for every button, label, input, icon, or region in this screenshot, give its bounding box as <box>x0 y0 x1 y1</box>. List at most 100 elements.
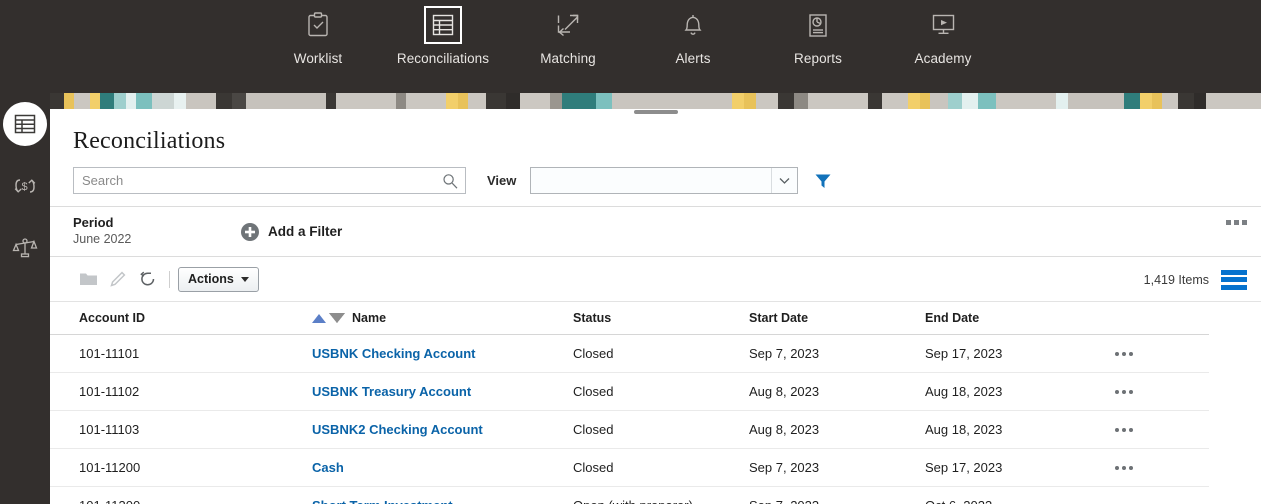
plus-circle-icon <box>240 222 260 242</box>
row-overflow-menu[interactable] <box>1115 465 1209 470</box>
table-row[interactable]: 101-11102 USBNK Treasury Account Closed … <box>50 372 1209 411</box>
nav-label-matching: Matching <box>540 51 596 66</box>
edit-pencil-icon[interactable] <box>103 266 133 292</box>
table-list-icon <box>424 6 462 44</box>
reconciliation-link[interactable]: USBNK2 Checking Account <box>312 422 483 437</box>
column-header-start-date[interactable]: Start Date <box>749 302 925 335</box>
nav-item-reconciliations[interactable]: Reconciliations <box>381 2 506 66</box>
item-count-label: 1,419 Items <box>1143 272 1209 287</box>
refresh-icon[interactable] <box>133 266 163 292</box>
cell-start-date: Aug 8, 2023 <box>749 410 925 449</box>
cell-start-date: Sep 7, 2023 <box>749 334 925 373</box>
nav-label-alerts: Alerts <box>675 51 711 66</box>
sidebar-item-currency-exchange[interactable]: $ <box>0 155 50 217</box>
column-header-actions <box>1115 302 1209 335</box>
table-row[interactable]: 101-11300 Short Term Investment Open (wi… <box>50 486 1209 504</box>
cell-account-id: 101-11103 <box>50 410 312 449</box>
nav-label-reports: Reports <box>794 51 842 66</box>
nav-item-matching[interactable]: Matching <box>506 2 631 66</box>
nav-item-academy[interactable]: Academy <box>881 2 1006 66</box>
reconciliation-link[interactable]: USBNK Treasury Account <box>312 384 471 399</box>
table-header: Account ID Name Status Start Date End Da… <box>50 302 1209 335</box>
list-view-icon[interactable] <box>1221 269 1247 290</box>
search-input[interactable] <box>74 168 465 193</box>
left-sidebar-rail: $ <box>0 93 50 504</box>
table-row[interactable]: 101-11103 USBNK2 Checking Account Closed… <box>50 410 1209 449</box>
column-header-name[interactable]: Name <box>312 302 573 335</box>
reconciliation-link[interactable]: Cash <box>312 460 344 475</box>
cell-account-id: 101-11300 <box>50 486 312 504</box>
column-header-status[interactable]: Status <box>573 302 749 335</box>
cell-row-menu <box>1115 334 1209 373</box>
balance-scales-icon <box>12 235 38 261</box>
cell-end-date: Sep 17, 2023 <box>925 448 1115 487</box>
table-toolbar: Actions 1,419 Items <box>50 257 1261 302</box>
sidebar-item-reconciliations[interactable] <box>0 93 50 155</box>
row-overflow-menu[interactable] <box>1115 351 1209 356</box>
table-row[interactable]: 101-11200 Cash Closed Sep 7, 2023 Sep 17… <box>50 448 1209 487</box>
bell-icon <box>674 6 712 44</box>
row-overflow-menu[interactable] <box>1115 389 1209 394</box>
nav-item-worklist[interactable]: Worklist <box>256 2 381 66</box>
decorative-banner <box>50 93 1261 109</box>
cell-row-menu <box>1115 372 1209 411</box>
cell-status: Closed <box>573 334 749 373</box>
filter-overflow-menu[interactable] <box>1226 220 1247 225</box>
sort-controls[interactable] <box>312 313 345 324</box>
add-filter-button[interactable]: Add a Filter <box>240 222 342 242</box>
folder-icon[interactable] <box>73 266 103 292</box>
column-header-end-date[interactable]: End Date <box>925 302 1115 335</box>
search-and-view-row: View <box>50 155 1261 194</box>
chevron-down-icon <box>240 276 249 282</box>
funnel-icon[interactable] <box>813 171 833 191</box>
sort-descending-icon[interactable] <box>329 313 345 324</box>
page-title: Reconciliations <box>73 128 226 154</box>
reconciliation-link[interactable]: USBNK Checking Account <box>312 346 475 361</box>
cell-account-id: 101-11102 <box>50 372 312 411</box>
column-header-account-id-label: Account ID <box>79 311 145 325</box>
actions-button[interactable]: Actions <box>178 266 259 292</box>
application-root: Worklist Reconciliations Matching Alerts… <box>0 0 1261 504</box>
actions-button-label: Actions <box>188 272 234 286</box>
cell-name: USBNK2 Checking Account <box>312 410 573 449</box>
add-filter-label: Add a Filter <box>268 224 343 239</box>
reconciliations-list-icon <box>3 102 47 146</box>
cell-account-id: 101-11200 <box>50 448 312 487</box>
nav-item-reports[interactable]: Reports <box>756 2 881 66</box>
report-chart-icon <box>799 6 837 44</box>
view-label: View <box>487 173 517 188</box>
cell-end-date: Aug 18, 2023 <box>925 410 1115 449</box>
view-select[interactable] <box>530 167 799 194</box>
cell-status: Closed <box>573 448 749 487</box>
nav-label-reconciliations: Reconciliations <box>396 51 490 66</box>
cell-start-date: Sep 7, 2023 <box>749 448 925 487</box>
chevron-down-icon[interactable] <box>771 168 797 193</box>
arrows-swap-icon <box>549 6 587 44</box>
column-header-start-date-label: Start Date <box>749 311 809 325</box>
cell-end-date: Sep 17, 2023 <box>925 334 1115 373</box>
nav-label-academy: Academy <box>914 51 972 66</box>
cell-status: Closed <box>573 410 749 449</box>
search-icon[interactable] <box>442 173 458 189</box>
cell-name: Cash <box>312 448 573 487</box>
column-header-account-id[interactable]: Account ID <box>50 302 312 335</box>
period-filter-label: Period <box>73 215 114 230</box>
sidebar-item-balance-scales[interactable] <box>0 217 50 279</box>
table-row[interactable]: 101-11101 USBNK Checking Account Closed … <box>50 334 1209 373</box>
row-overflow-menu[interactable] <box>1115 427 1209 432</box>
page-body: Reconciliations View <box>50 109 1261 504</box>
cell-end-date: Oct 6, 2023 <box>925 486 1115 504</box>
toolbar-divider <box>169 270 170 288</box>
reconciliation-link[interactable]: Short Term Investment <box>312 498 453 504</box>
cell-row-menu <box>1115 486 1209 504</box>
period-filter[interactable]: Period June 2022 <box>73 215 228 248</box>
cell-name: USBNK Treasury Account <box>312 372 573 411</box>
table-header-row: Account ID Name Status Start Date End Da… <box>50 302 1209 335</box>
nav-item-alerts[interactable]: Alerts <box>631 2 756 66</box>
cell-row-menu <box>1115 448 1209 487</box>
reconciliations-table-wrapper: Account ID Name Status Start Date End Da… <box>50 302 1261 504</box>
cell-end-date: Aug 18, 2023 <box>925 372 1115 411</box>
cell-start-date: Aug 8, 2023 <box>749 372 925 411</box>
toolbar-right-group: 1,419 Items <box>1144 257 1247 302</box>
sort-ascending-icon[interactable] <box>312 314 326 324</box>
